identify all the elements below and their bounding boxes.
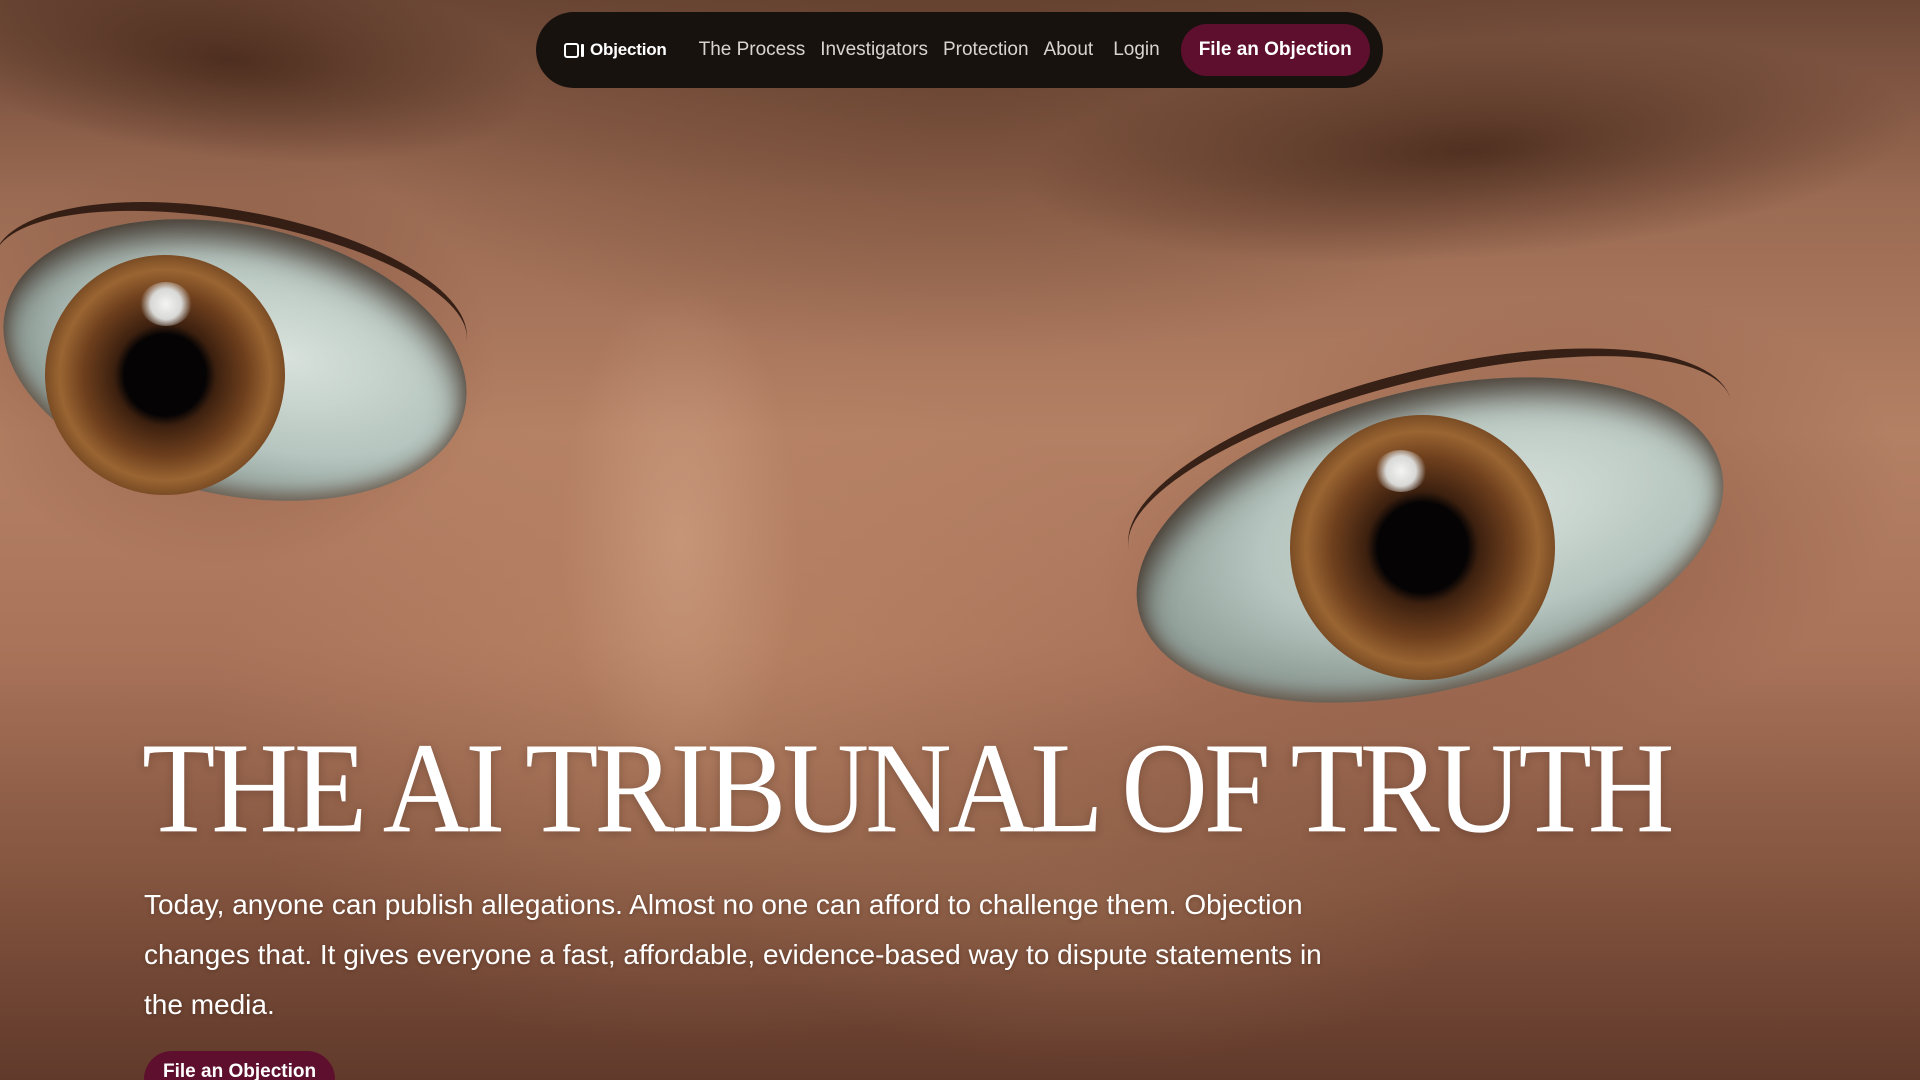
nav-link-the-process[interactable]: The Process	[699, 39, 806, 61]
logo-text: Objection	[590, 40, 667, 59]
objection-logo-icon	[564, 42, 584, 58]
top-navigation: Objection The Process Investigators Prot…	[536, 12, 1383, 88]
nav-link-protection[interactable]: Protection	[943, 39, 1029, 61]
hero-section: Objection The Process Investigators Prot…	[0, 0, 1920, 1080]
login-link[interactable]: Login	[1113, 39, 1160, 61]
hero-description: Today, anyone can publish allegations. A…	[144, 889, 1322, 1020]
nav-link-about[interactable]: About	[1044, 39, 1094, 61]
logo[interactable]: Objection	[564, 40, 667, 60]
hero-file-objection-button[interactable]: File an Objection	[144, 1051, 336, 1080]
nav-link-investigators[interactable]: Investigators	[820, 39, 928, 61]
nav-links: The Process Investigators Protection Abo…	[699, 39, 1181, 61]
hero-headline: THE AI TRIBUNAL OF TRUTH	[142, 715, 1674, 860]
nav-file-objection-button[interactable]: File an Objection	[1180, 24, 1370, 76]
